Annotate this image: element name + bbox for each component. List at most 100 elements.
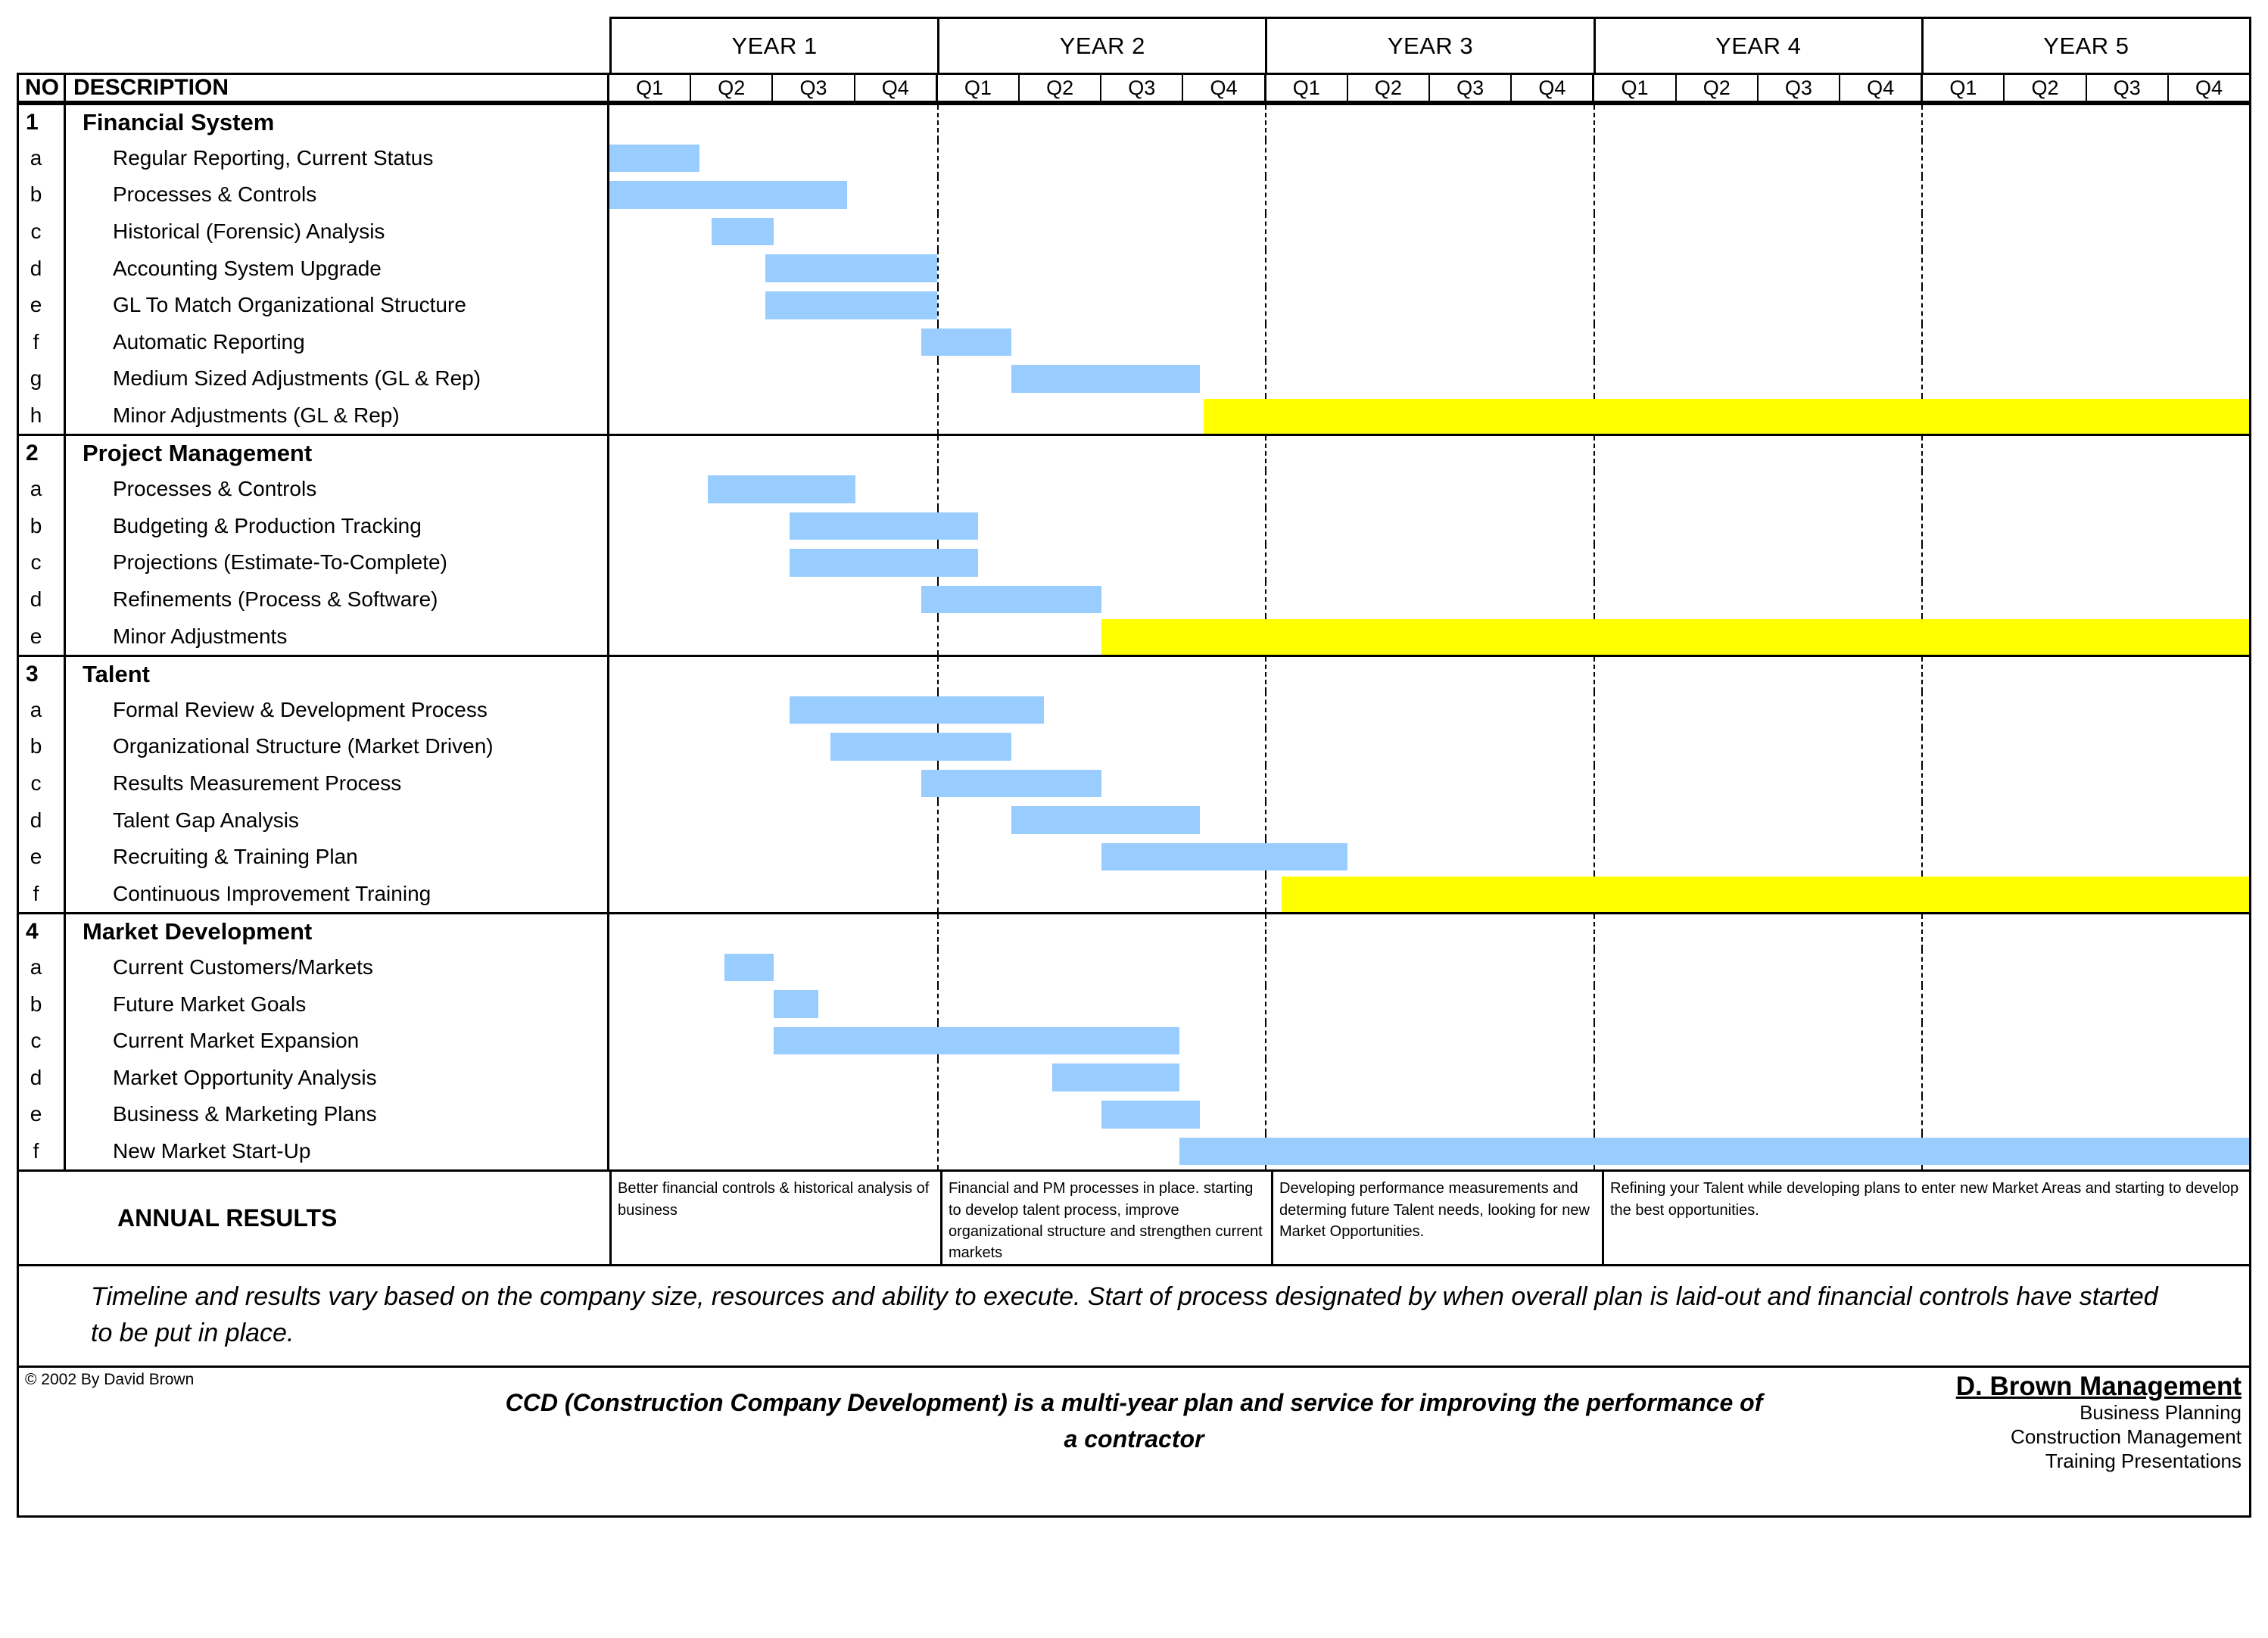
gantt-bar[interactable]: [790, 696, 1044, 724]
year-divider-line: [1921, 691, 1923, 729]
gantt-bar[interactable]: [1204, 398, 2249, 434]
year-divider-line: [1265, 360, 1267, 397]
year-divider-line: [937, 656, 939, 692]
gantt-bar[interactable]: [1101, 1101, 1200, 1129]
annual-results-cells: Better financial controls & historical a…: [612, 1172, 2249, 1265]
gantt-bar[interactable]: [609, 144, 700, 173]
task-label: Business & Marketing Plans: [66, 1096, 609, 1133]
quarter-header-y3-q2: Q2: [1348, 75, 1431, 101]
timeline-track: [609, 397, 2249, 434]
task-label: Current Customers/Markets: [66, 948, 609, 986]
year-divider-line: [937, 1132, 939, 1170]
year-divider-line: [1593, 1059, 1595, 1097]
section-number: 4: [19, 914, 66, 949]
task-letter: d: [19, 1059, 66, 1097]
section-title: Financial System: [66, 105, 609, 140]
year-divider-line: [1921, 470, 1923, 508]
gantt-bar[interactable]: [712, 217, 774, 246]
task-letter: f: [19, 323, 66, 361]
gantt-bar[interactable]: [765, 254, 938, 282]
gantt-bar[interactable]: [765, 291, 938, 319]
annual-result-year-4: Refining your Talent while developing pl…: [1610, 1180, 2239, 1219]
task-label: Refinements (Process & Software): [66, 581, 609, 618]
gantt-bar[interactable]: [1282, 877, 2249, 913]
gantt-bar[interactable]: [921, 328, 1011, 357]
gantt-bar[interactable]: [1101, 842, 1347, 871]
task-letter: c: [19, 765, 66, 802]
timeline-track: [609, 213, 2249, 251]
year-divider-line: [937, 360, 939, 397]
task-label: Formal Review & Development Process: [66, 691, 609, 729]
gantt-bar[interactable]: [790, 512, 979, 540]
year-divider-line: [1593, 656, 1595, 692]
year-header-2: YEAR 2: [939, 19, 1268, 73]
task-letter: f: [19, 1132, 66, 1170]
year-divider-line: [1265, 544, 1267, 581]
task-row: e Minor Adjustments: [19, 618, 2249, 655]
gantt-bar[interactable]: [1011, 806, 1200, 834]
year-divider-line: [1265, 914, 1267, 949]
quarter-header-y4-q3: Q3: [1759, 75, 1841, 101]
year-divider-line: [1921, 656, 1923, 692]
year-divider-line: [1593, 1096, 1595, 1133]
timeline-track: [609, 360, 2249, 397]
section-title: Project Management: [66, 436, 609, 471]
gantt-bar[interactable]: [1179, 1137, 2249, 1166]
annual-results-row: ANNUAL RESULTS Better financial controls…: [17, 1169, 2251, 1267]
task-letter: d: [19, 581, 66, 618]
task-letter: a: [19, 470, 66, 508]
gantt-bar[interactable]: [830, 733, 1011, 761]
year-divider-line: [1265, 728, 1267, 765]
gantt-bar[interactable]: [724, 953, 774, 982]
task-label: Accounting System Upgrade: [66, 250, 609, 287]
task-letter: a: [19, 139, 66, 177]
brand-service-3: Training Presentations: [2045, 1449, 2242, 1472]
task-letter: g: [19, 360, 66, 397]
quarter-header-y3-q3: Q3: [1430, 75, 1513, 101]
timeline-track: [609, 470, 2249, 508]
gantt-bar[interactable]: [773, 1026, 1179, 1055]
gantt-bar[interactable]: [1011, 365, 1200, 393]
task-row: b Organizational Structure (Market Driven…: [19, 728, 2249, 765]
year-divider-line: [937, 436, 939, 471]
year-header-1: YEAR 1: [612, 19, 940, 73]
quarter-header-y1-q4: Q4: [855, 75, 938, 101]
gantt-bar[interactable]: [773, 990, 819, 1018]
year-divider-line: [1593, 544, 1595, 581]
task-letter: c: [19, 544, 66, 581]
task-row: f Automatic Reporting: [19, 323, 2249, 361]
gantt-bar[interactable]: [609, 181, 848, 209]
year-divider-line: [1921, 323, 1923, 361]
year-divider-line: [1593, 691, 1595, 729]
quarter-header-y5-q1: Q1: [1923, 75, 2005, 101]
timeline-track: [609, 1022, 2249, 1060]
section-number: 2: [19, 436, 66, 471]
brand-service-2: Construction Management: [2011, 1425, 2242, 1448]
header-no: NO: [19, 75, 66, 101]
task-letter: b: [19, 728, 66, 765]
year-divider-line: [937, 875, 939, 913]
task-row: b Budgeting & Production Tracking: [19, 507, 2249, 545]
gantt-bar[interactable]: [1051, 1063, 1179, 1092]
year-divider-line: [1265, 507, 1267, 545]
gantt-bar[interactable]: [1101, 619, 2249, 655]
timeline-track: [609, 656, 2249, 692]
annual-result-year-3: Developing performance measurements and …: [1273, 1172, 1604, 1265]
quarter-header-y1-q3: Q3: [773, 75, 855, 101]
task-letter: b: [19, 507, 66, 545]
year-divider-line: [1593, 213, 1595, 251]
task-row: e Business & Marketing Plans: [19, 1096, 2249, 1133]
task-letter: b: [19, 986, 66, 1023]
year-divider-line: [1921, 360, 1923, 397]
timeline-track: [609, 250, 2249, 287]
gantt-bar[interactable]: [921, 769, 1101, 798]
timeline-track: [609, 1096, 2249, 1133]
timeline-track: [609, 436, 2249, 471]
footer: © 2002 By David Brown CCD (Construction …: [17, 1367, 2251, 1518]
gantt-bar[interactable]: [921, 585, 1101, 614]
year-divider-line: [937, 838, 939, 876]
timeline-track: [609, 914, 2249, 949]
gantt-bar[interactable]: [790, 549, 979, 577]
gantt-bar[interactable]: [707, 475, 855, 503]
task-label: Processes & Controls: [66, 176, 609, 213]
